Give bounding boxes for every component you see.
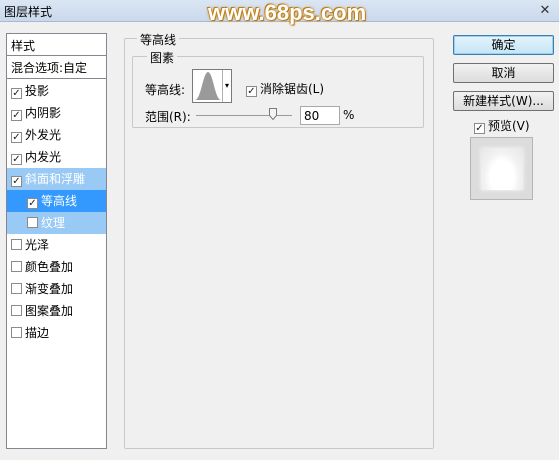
checkbox-icon[interactable]: ✓ — [11, 132, 22, 143]
style-item-label: 投影 — [25, 84, 50, 98]
style-item-bevel-emboss[interactable]: ✓ 斜面和浮雕 — [7, 168, 106, 190]
style-item-label: 纹理 — [41, 216, 66, 230]
blending-options-item[interactable]: 混合选项:自定 — [7, 57, 106, 79]
range-slider-thumb[interactable] — [269, 108, 277, 121]
range-input[interactable]: 80 — [300, 106, 340, 125]
range-slider[interactable] — [196, 115, 292, 116]
window-title: 图层样式 — [4, 5, 53, 19]
style-item-pattern-overlay[interactable]: 图案叠加 — [7, 300, 106, 322]
title-bar: 图层样式 www.68ps.com ✕ — [0, 0, 559, 25]
checkbox-icon[interactable] — [27, 217, 38, 228]
style-item-label: 图案叠加 — [25, 304, 74, 318]
style-item-label: 光泽 — [25, 238, 50, 252]
style-item-contour[interactable]: ✓ 等高线 — [7, 190, 106, 212]
checkbox-icon[interactable] — [11, 305, 22, 316]
checkbox-icon[interactable] — [11, 261, 22, 272]
antialias-label: 消除锯齿(L) — [260, 82, 325, 96]
style-item-label: 斜面和浮雕 — [25, 172, 86, 186]
style-item-outer-glow[interactable]: ✓ 外发光 — [7, 124, 106, 146]
style-item-texture[interactable]: 纹理 — [7, 212, 106, 234]
checkbox-icon[interactable]: ✓ — [246, 86, 257, 97]
style-item-label: 内阴影 — [25, 106, 62, 120]
chevron-down-icon[interactable]: ▾ — [222, 70, 231, 102]
style-item-label: 内发光 — [25, 150, 62, 164]
contour-group-title: 等高线 — [137, 31, 180, 48]
checkbox-icon[interactable] — [11, 239, 22, 250]
style-item-label: 颜色叠加 — [25, 260, 74, 274]
style-item-inner-glow[interactable]: ✓ 内发光 — [7, 146, 106, 168]
blending-options-label: 混合选项:自定 — [11, 61, 88, 75]
antialias-checkbox[interactable]: ✓ 消除锯齿(L) — [246, 80, 324, 97]
range-label: 范围(R): — [145, 110, 191, 124]
checkbox-icon[interactable]: ✓ — [11, 88, 22, 99]
styles-header: 样式 — [7, 34, 106, 56]
new-style-button[interactable]: 新建样式(W)... — [453, 91, 554, 111]
preview-swatch — [481, 148, 523, 190]
watermark: www.68ps.com — [208, 0, 367, 25]
style-item-stroke[interactable]: 描边 — [7, 322, 106, 344]
style-item-gradient-overlay[interactable]: 渐变叠加 — [7, 278, 106, 300]
close-icon[interactable]: ✕ — [537, 3, 553, 19]
style-item-satin[interactable]: 光泽 — [7, 234, 106, 256]
ok-button[interactable]: 确定 — [453, 35, 554, 55]
style-item-label: 等高线 — [41, 194, 78, 208]
style-item-label: 渐变叠加 — [25, 282, 74, 296]
style-preview — [470, 137, 533, 200]
preview-checkbox[interactable]: ✓ 预览(V) — [474, 117, 530, 134]
preview-label: 预览(V) — [488, 119, 530, 133]
style-item-drop-shadow[interactable]: ✓ 投影 — [7, 80, 106, 102]
cancel-button[interactable]: 取消 — [453, 63, 554, 83]
style-item-inner-shadow[interactable]: ✓ 内阴影 — [7, 102, 106, 124]
checkbox-icon[interactable] — [11, 283, 22, 294]
checkbox-icon[interactable] — [11, 327, 22, 338]
checkbox-icon[interactable]: ✓ — [27, 198, 38, 209]
checkbox-icon[interactable]: ✓ — [11, 154, 22, 165]
checkbox-icon[interactable]: ✓ — [11, 176, 22, 187]
checkbox-icon[interactable]: ✓ — [11, 110, 22, 121]
style-item-label: 描边 — [25, 326, 50, 340]
style-item-color-overlay[interactable]: 颜色叠加 — [7, 256, 106, 278]
elements-group-title: 图素 — [147, 49, 178, 66]
contour-label: 等高线: — [145, 83, 186, 97]
styles-list: 样式 混合选项:自定 ✓ 投影 ✓ 内阴影 ✓ 外发光 ✓ 内发光 ✓ 斜面和浮雕 ✓ 等高… — [6, 33, 107, 449]
contour-curve-icon — [195, 72, 221, 100]
range-unit: % — [343, 108, 355, 122]
slider-thumb-icon — [269, 108, 277, 121]
checkbox-icon[interactable]: ✓ — [474, 123, 485, 134]
style-item-label: 外发光 — [25, 128, 62, 142]
